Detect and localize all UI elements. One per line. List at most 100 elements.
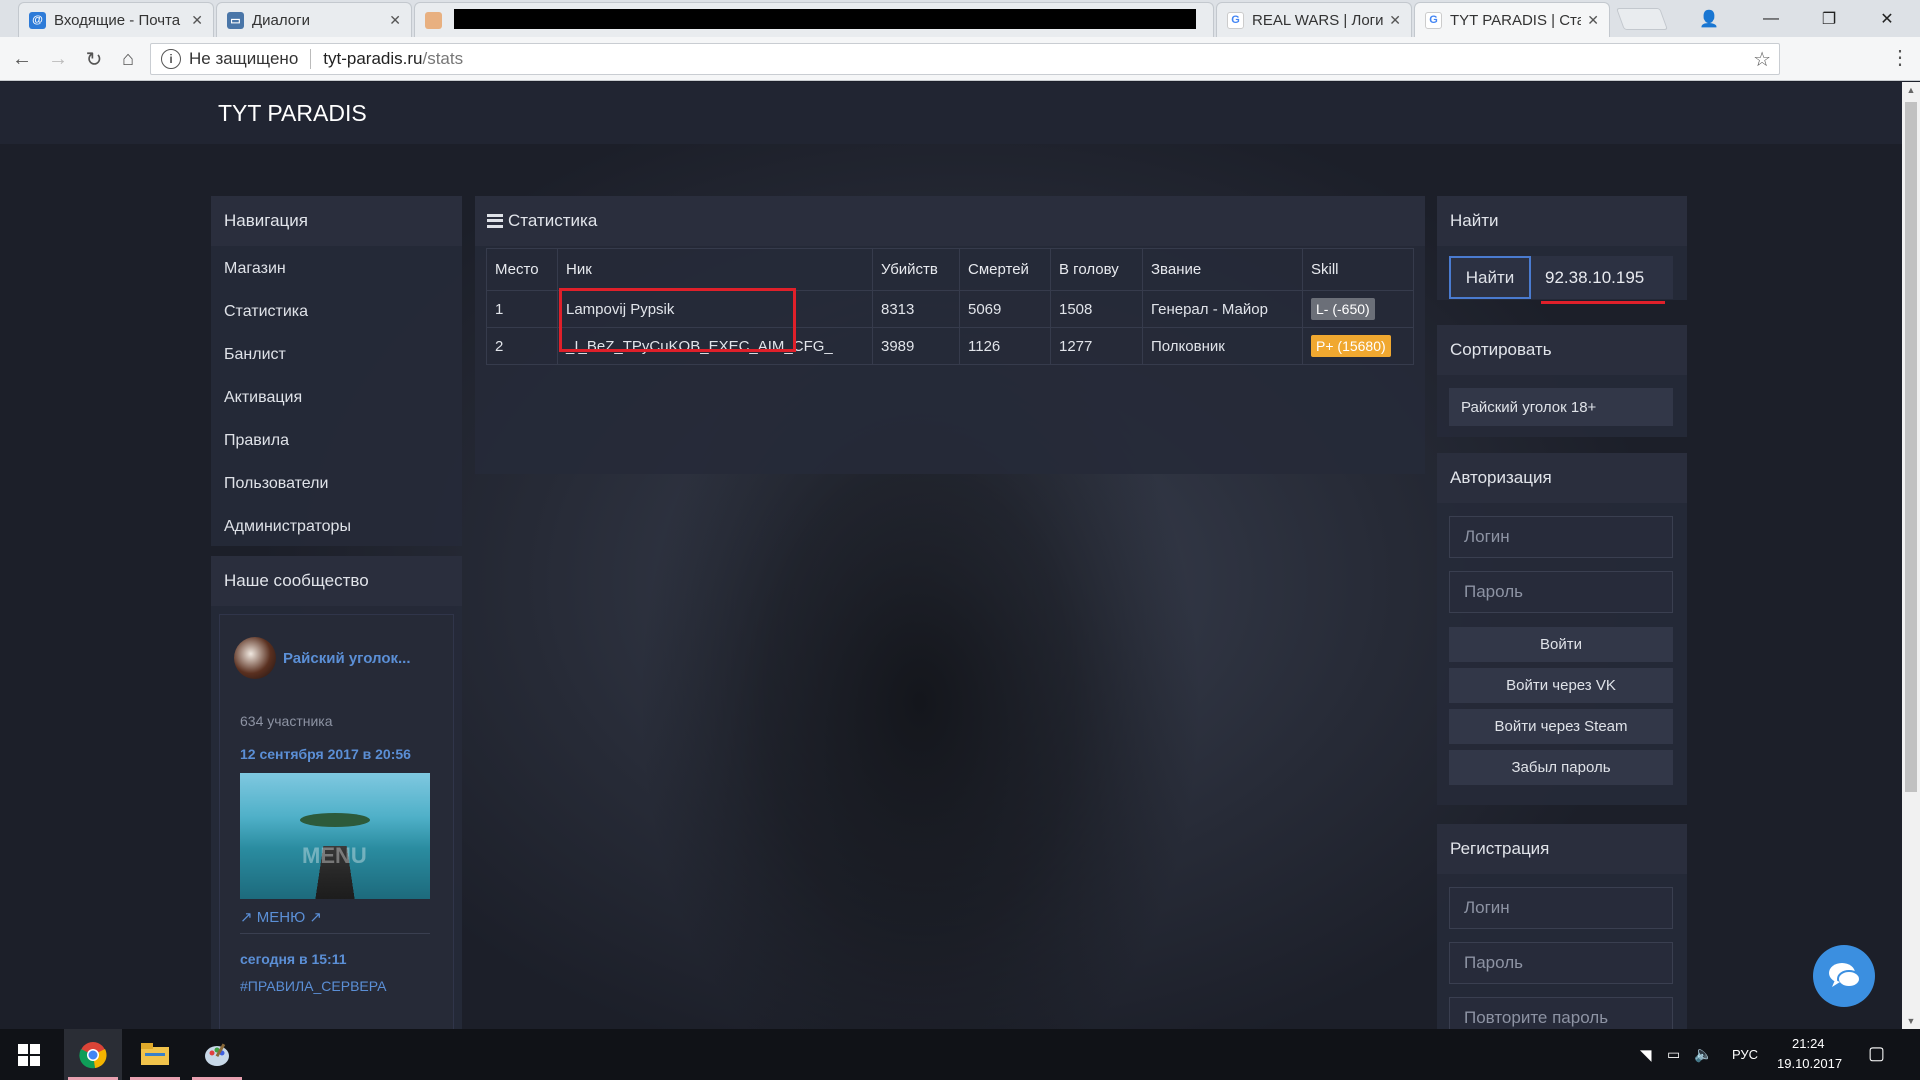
site-header: TYT PARADIS — [0, 82, 1902, 144]
scrollbar-thumb[interactable] — [1905, 102, 1917, 792]
login-steam-button[interactable]: Войти через Steam — [1449, 709, 1673, 744]
restore-button[interactable]: ❐ — [1806, 0, 1852, 37]
column-header[interactable]: Ник — [557, 248, 873, 291]
sidebar-item-admins[interactable]: Администраторы — [224, 518, 351, 536]
annotation-underline — [1541, 301, 1665, 304]
tab-mail[interactable]: @ Входящие - Почта ✕ — [18, 2, 214, 37]
new-tab-button[interactable] — [1615, 8, 1669, 30]
tab-realwars[interactable]: G REAL WARS | Логи ✕ — [1216, 2, 1412, 37]
find-input[interactable]: 92.38.10.195 — [1531, 256, 1673, 299]
sidebar-item-shop[interactable]: Магазин — [224, 260, 286, 278]
clock-time[interactable]: 21:24 — [1792, 1036, 1825, 1051]
menu-icon[interactable]: ⋮ — [1890, 45, 1910, 70]
column-header[interactable]: В голову — [1050, 248, 1143, 291]
forward-icon[interactable]: → — [44, 45, 72, 73]
vk-post-date[interactable]: 12 сентября 2017 в 20:56 — [240, 746, 411, 762]
close-window-button[interactable]: ✕ — [1864, 0, 1910, 37]
vk-members-count: 634 участника — [240, 713, 333, 729]
volume-icon[interactable]: 🔈 — [1694, 1045, 1713, 1063]
battery-icon[interactable]: ▭ — [1667, 1046, 1680, 1063]
reg-repeat-password-field[interactable]: Повторите пароль — [1449, 997, 1673, 1029]
chrome-taskbar-icon[interactable] — [64, 1029, 122, 1080]
forgot-password-button[interactable]: Забыл пароль — [1449, 750, 1673, 785]
divider — [310, 49, 312, 69]
reg-password-field[interactable]: Пароль — [1449, 942, 1673, 984]
navigation-title: Навигация — [211, 196, 462, 246]
scroll-up-icon[interactable]: ▲ — [1902, 82, 1920, 98]
skill-badge: L- (-650) — [1311, 298, 1375, 320]
cell-place: 1 — [486, 290, 558, 328]
page-viewport: TYT PARADIS Навигация Магазин Статистика… — [0, 82, 1902, 1029]
login-field[interactable]: Логин — [1449, 516, 1673, 558]
column-header[interactable]: Смертей — [959, 248, 1051, 291]
language-indicator[interactable]: РУС — [1732, 1047, 1758, 1062]
find-title: Найти — [1437, 196, 1687, 246]
sidebar-item-users[interactable]: Пользователи — [224, 475, 328, 493]
scroll-down-icon[interactable]: ▼ — [1902, 1013, 1920, 1029]
sidebar-item-activation[interactable]: Активация — [224, 389, 302, 407]
tab-vk[interactable]: ▭ Диалоги ✕ — [216, 2, 412, 37]
cell-headshots: 1508 — [1050, 290, 1143, 328]
network-icon[interactable]: ◥ — [1640, 1046, 1652, 1064]
vk-post-tag[interactable]: #ПРАВИЛА_СЕРВЕРА — [240, 978, 387, 994]
cell-deaths: 5069 — [959, 290, 1051, 328]
island-shape — [300, 813, 370, 827]
redacted-tab-icon — [425, 11, 442, 29]
clock-date[interactable]: 19.10.2017 — [1777, 1056, 1842, 1071]
table-header-row: Место Ник Убийств Смертей В голову Звани… — [486, 248, 1414, 291]
community-panel: Наше сообщество Райский уголок... 634 уч… — [211, 556, 462, 1029]
vk-post-caption[interactable]: ↗ МЕНЮ ↗ — [240, 908, 322, 926]
column-header[interactable]: Место — [486, 248, 558, 291]
sidebar-item-stats[interactable]: Статистика — [224, 303, 308, 321]
browser-tab-bar: @ Входящие - Почта ✕ ▭ Диалоги ✕ G REAL … — [0, 0, 1920, 37]
bookmark-star-icon[interactable]: ☆ — [1753, 47, 1771, 72]
back-icon[interactable]: ← — [8, 45, 36, 73]
find-panel: Найти Найти 92.38.10.195 — [1437, 196, 1687, 304]
chat-widget-button[interactable] — [1813, 945, 1875, 1007]
vk-post-date-2[interactable]: сегодня в 15:11 — [240, 951, 347, 967]
skill-badge: P+ (15680) — [1311, 335, 1391, 357]
sidebar-item-banlist[interactable]: Банлист — [224, 346, 286, 364]
cell-skill: P+ (15680) — [1302, 327, 1414, 365]
close-icon[interactable]: ✕ — [1587, 12, 1599, 29]
vk-group-name[interactable]: Райский уголок... — [283, 650, 411, 667]
profile-icon[interactable]: 👤 — [1686, 0, 1732, 37]
sidebar-item-rules[interactable]: Правила — [224, 432, 289, 450]
file-explorer-icon[interactable] — [126, 1029, 184, 1080]
vk-icon: ▭ — [227, 11, 244, 29]
notifications-icon[interactable]: ▢ — [1868, 1043, 1885, 1064]
sort-server-option[interactable]: Райский уголок 18+ — [1449, 388, 1673, 426]
tab-tyt-paradis[interactable]: G TYT PARADIS | Ста ✕ — [1414, 2, 1610, 37]
password-field[interactable]: Пароль — [1449, 571, 1673, 613]
find-button[interactable]: Найти — [1449, 256, 1531, 299]
windows-start-icon[interactable] — [0, 1029, 58, 1080]
chat-icon — [1829, 963, 1861, 988]
avatar[interactable] — [234, 637, 276, 679]
registration-title: Регистрация — [1437, 824, 1687, 874]
reload-icon[interactable]: ↻ — [80, 45, 108, 73]
sort-panel: Сортировать Райский уголок 18+ — [1437, 325, 1687, 437]
reg-login-field[interactable]: Логин — [1449, 887, 1673, 929]
login-button[interactable]: Войти — [1449, 627, 1673, 662]
tab-label: Входящие - Почта — [54, 11, 181, 29]
close-icon[interactable]: ✕ — [191, 12, 203, 29]
url-path: /stats — [422, 49, 464, 68]
info-icon[interactable]: i — [161, 49, 181, 69]
windows-taskbar: ◥ ▭ 🔈 РУС 21:24 19.10.2017 ▢ — [0, 1029, 1920, 1080]
sort-title: Сортировать — [1437, 325, 1687, 375]
close-icon[interactable]: ✕ — [1389, 12, 1401, 29]
google-icon: G — [1425, 11, 1442, 29]
url-field[interactable]: i Не защищено tyt-paradis.ru /stats ☆ — [150, 43, 1780, 75]
column-header[interactable]: Убийств — [872, 248, 960, 291]
site-brand[interactable]: TYT PARADIS — [218, 100, 367, 127]
login-vk-button[interactable]: Войти через VK — [1449, 668, 1673, 703]
column-header[interactable]: Skill — [1302, 248, 1414, 291]
url-host: tyt-paradis.ru — [323, 49, 423, 68]
page-scrollbar[interactable]: ▲ ▼ — [1902, 82, 1920, 1029]
vk-post-image[interactable]: MENU — [240, 773, 430, 899]
home-icon[interactable]: ⌂ — [114, 45, 142, 73]
minimize-button[interactable]: — — [1748, 0, 1794, 37]
column-header[interactable]: Звание — [1142, 248, 1303, 291]
paint-app-icon[interactable] — [188, 1029, 246, 1080]
close-icon[interactable]: ✕ — [389, 12, 401, 29]
